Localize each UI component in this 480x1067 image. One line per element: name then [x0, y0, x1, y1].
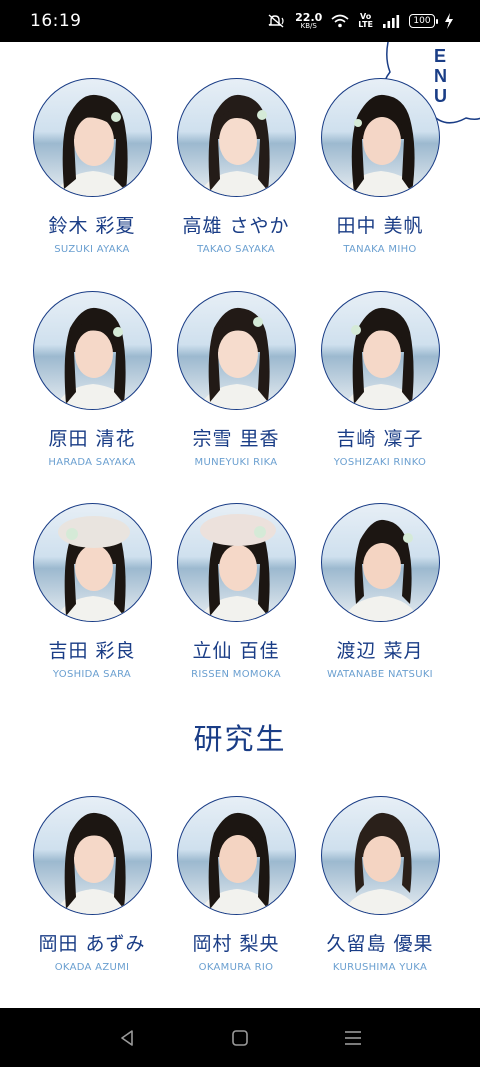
- volte-indicator: Vo LTE: [358, 13, 373, 29]
- member-card[interactable]: 吉崎 凜子 YOSHIZAKI RINKO: [308, 291, 452, 468]
- member-card[interactable]: 宗雪 里香 MUNEYUKI RIKA: [164, 291, 308, 468]
- recents-icon[interactable]: [333, 1018, 373, 1058]
- portrait-illustration: [54, 516, 132, 621]
- portrait-illustration: [198, 307, 276, 409]
- trainee-card[interactable]: 久留島 優果 KURUSHIMA YUKA: [308, 796, 452, 973]
- member-name-jp: 岡村 梨央: [192, 933, 280, 955]
- member-name-jp: 吉崎 凜子: [336, 428, 424, 450]
- member-card[interactable]: 原田 清花 HARADA SAYAKA: [20, 291, 164, 468]
- back-icon[interactable]: [107, 1018, 147, 1058]
- member-name-jp: 渡辺 菜月: [336, 640, 424, 662]
- portrait-illustration: [54, 94, 132, 196]
- member-card[interactable]: 吉田 彩良 YOSHIDA SARA: [20, 503, 164, 680]
- speed-unit: KB/S: [300, 22, 317, 30]
- battery-indicator: 100: [409, 14, 438, 28]
- member-name-en: TANAKA MIHO: [343, 244, 417, 255]
- member-name-jp: 吉田 彩良: [48, 640, 136, 662]
- member-photo[interactable]: [32, 503, 152, 622]
- system-nav-bar: [0, 1008, 480, 1067]
- member-card[interactable]: 立仙 百佳 RISSEN MOMOKA: [164, 503, 308, 680]
- member-photo[interactable]: [320, 503, 440, 622]
- member-photo[interactable]: [176, 796, 296, 915]
- member-name-jp: 鈴木 彩夏: [48, 215, 136, 237]
- member-photo[interactable]: [32, 291, 152, 410]
- member-photo[interactable]: [176, 78, 296, 197]
- portrait-illustration: [54, 812, 132, 914]
- signal-icon: [382, 14, 400, 28]
- portrait-illustration: [54, 307, 132, 409]
- member-card[interactable]: 渡辺 菜月 WATANABE NATSUKI: [308, 503, 452, 680]
- network-speed: 22.0 KB/S: [295, 12, 322, 30]
- member-name-en: TAKAO SAYAKA: [197, 244, 275, 255]
- status-icons: 22.0 KB/S Vo LTE 100: [268, 12, 454, 30]
- member-photo[interactable]: [176, 291, 296, 410]
- member-name-jp: 岡田 あずみ: [38, 933, 146, 955]
- trainee-card[interactable]: 岡村 梨央 OKAMURA RIO: [164, 796, 308, 973]
- member-name-jp: 久留島 優果: [326, 933, 434, 955]
- member-photo[interactable]: [32, 796, 152, 915]
- menu-label-line1: M E: [434, 42, 458, 66]
- member-name-en: WATANABE NATSUKI: [327, 669, 433, 680]
- member-card[interactable]: 高雄 さやか TAKAO SAYAKA: [164, 78, 308, 255]
- home-icon[interactable]: [220, 1018, 260, 1058]
- member-photo[interactable]: [320, 78, 440, 197]
- member-name-en: SUZUKI AYAKA: [54, 244, 130, 255]
- member-name-jp: 田中 美帆: [336, 215, 424, 237]
- charging-icon: [444, 13, 454, 29]
- member-photo[interactable]: [320, 291, 440, 410]
- member-name-jp: 宗雪 里香: [192, 428, 280, 450]
- battery-level: 100: [413, 16, 431, 26]
- portrait-illustration: [198, 812, 276, 914]
- portrait-illustration: [198, 514, 276, 621]
- portrait-illustration: [342, 812, 420, 914]
- member-name-en: MUNEYUKI RIKA: [194, 457, 278, 468]
- member-name-en: OKADA AZUMI: [54, 962, 130, 973]
- portrait-illustration: [342, 519, 420, 621]
- member-photo[interactable]: [176, 503, 296, 622]
- member-photo[interactable]: [32, 78, 152, 197]
- portrait-illustration: [342, 94, 420, 196]
- member-name-en: RISSEN MOMOKA: [191, 669, 281, 680]
- member-list-page: M E N U 鈴木 彩夏 SUZUKI AYAKA: [0, 42, 480, 1008]
- trainee-card[interactable]: 岡田 あずみ OKADA AZUMI: [20, 796, 164, 973]
- status-bar: 16:19 22.0 KB/S Vo LTE 100: [0, 0, 480, 42]
- portrait-illustration: [342, 307, 420, 409]
- status-time: 16:19: [30, 11, 82, 31]
- member-name-jp: 原田 清花: [48, 428, 136, 450]
- member-name-en: KURUSHIMA YUKA: [332, 962, 428, 973]
- member-name-en: YOSHIZAKI RINKO: [333, 457, 427, 468]
- wifi-icon: [331, 14, 349, 28]
- mute-icon: [268, 14, 286, 28]
- member-card[interactable]: 鈴木 彩夏 SUZUKI AYAKA: [20, 78, 164, 255]
- member-name-en: HARADA SAYAKA: [48, 457, 136, 468]
- member-photo[interactable]: [320, 796, 440, 915]
- member-name-en: OKAMURA RIO: [198, 962, 274, 973]
- portrait-illustration: [198, 94, 276, 196]
- member-name-jp: 立仙 百佳: [192, 640, 280, 662]
- member-name-jp: 高雄 さやか: [182, 215, 290, 237]
- volte-bottom: LTE: [358, 20, 373, 29]
- member-name-en: YOSHIDA SARA: [52, 669, 132, 680]
- member-card[interactable]: 田中 美帆 TANAKA MIHO: [308, 78, 452, 255]
- trainee-section-title: 研究生: [193, 722, 287, 756]
